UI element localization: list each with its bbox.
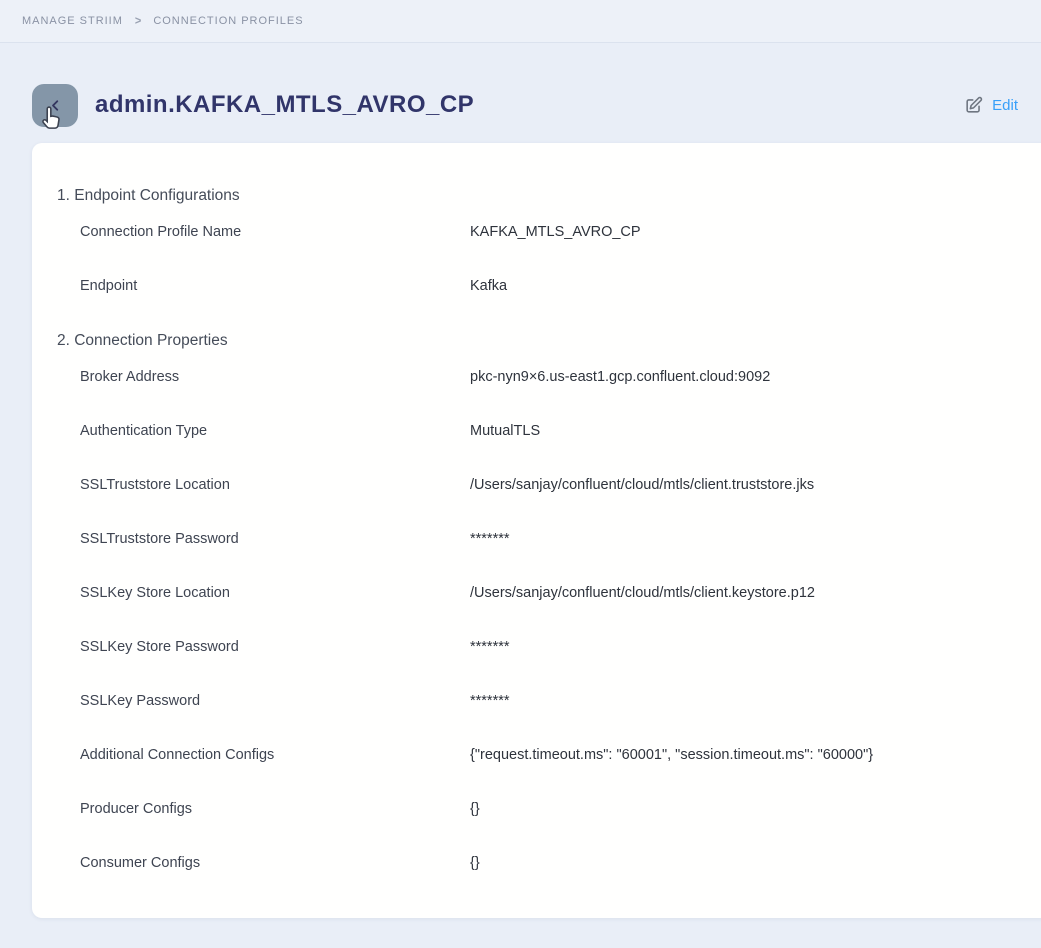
breadcrumb-item-connection-profiles[interactable]: CONNECTION PROFILES — [153, 15, 303, 27]
edit-pencil-icon — [964, 96, 983, 115]
field-label: Additional Connection Configs — [80, 745, 470, 765]
back-button[interactable] — [32, 84, 78, 127]
section-title-endpoint-configurations: 1. Endpoint Configurations — [57, 186, 1041, 206]
field-row-broker-address: Broker Address pkc-nyn9×6.us-east1.gcp.c… — [80, 367, 1041, 387]
field-value: ******* — [470, 637, 510, 657]
edit-button[interactable]: Edit — [964, 96, 1018, 115]
edit-button-label: Edit — [992, 97, 1018, 114]
field-label: Connection Profile Name — [80, 222, 470, 242]
field-row-ssltruststore-location: SSLTruststore Location /Users/sanjay/con… — [80, 475, 1041, 495]
field-row-endpoint: Endpoint Kafka — [80, 276, 1041, 296]
breadcrumb: MANAGE STRIIM > CONNECTION PROFILES — [0, 0, 1041, 43]
connection-profile-card: 1. Endpoint Configurations Connection Pr… — [32, 143, 1041, 918]
field-row-ssltruststore-password: SSLTruststore Password ******* — [80, 529, 1041, 549]
field-value: Kafka — [470, 276, 507, 296]
field-label: SSLKey Store Password — [80, 637, 470, 657]
field-value: KAFKA_MTLS_AVRO_CP — [470, 222, 641, 242]
breadcrumb-item-manage-striim[interactable]: MANAGE STRIIM — [22, 15, 123, 27]
field-value: /Users/sanjay/confluent/cloud/mtls/clien… — [470, 583, 815, 603]
field-label: SSLKey Store Location — [80, 583, 470, 603]
field-label: Endpoint — [80, 276, 470, 296]
field-label: Broker Address — [80, 367, 470, 387]
page-title: admin.KAFKA_MTLS_AVRO_CP — [95, 91, 474, 119]
field-row-producer-configs: Producer Configs {} — [80, 799, 1041, 819]
field-value: {} — [470, 799, 480, 819]
page-header: admin.KAFKA_MTLS_AVRO_CP Edit — [32, 83, 1018, 127]
field-label: SSLTruststore Password — [80, 529, 470, 549]
field-row-connection-profile-name: Connection Profile Name KAFKA_MTLS_AVRO_… — [80, 222, 1041, 242]
breadcrumb-separator-icon: > — [135, 14, 141, 27]
field-row-consumer-configs: Consumer Configs {} — [80, 853, 1041, 873]
field-row-sslkey-store-location: SSLKey Store Location /Users/sanjay/conf… — [80, 583, 1041, 603]
field-value: MutualTLS — [470, 421, 540, 441]
field-row-authentication-type: Authentication Type MutualTLS — [80, 421, 1041, 441]
section-title-connection-properties: 2. Connection Properties — [57, 331, 1041, 351]
field-value: pkc-nyn9×6.us-east1.gcp.confluent.cloud:… — [470, 367, 770, 387]
chevron-left-icon — [47, 97, 64, 114]
field-row-sslkey-password: SSLKey Password ******* — [80, 691, 1041, 711]
field-value: /Users/sanjay/confluent/cloud/mtls/clien… — [470, 475, 814, 495]
field-label: Consumer Configs — [80, 853, 470, 873]
field-value: ******* — [470, 691, 510, 711]
field-value: ******* — [470, 529, 510, 549]
field-label: Authentication Type — [80, 421, 470, 441]
field-label: SSLTruststore Location — [80, 475, 470, 495]
field-value: {} — [470, 853, 480, 873]
field-row-additional-connection-configs: Additional Connection Configs {"request.… — [80, 745, 1041, 765]
field-value: {"request.timeout.ms": "60001", "session… — [470, 745, 873, 765]
field-label: SSLKey Password — [80, 691, 470, 711]
field-label: Producer Configs — [80, 799, 470, 819]
field-row-sslkey-store-password: SSLKey Store Password ******* — [80, 637, 1041, 657]
